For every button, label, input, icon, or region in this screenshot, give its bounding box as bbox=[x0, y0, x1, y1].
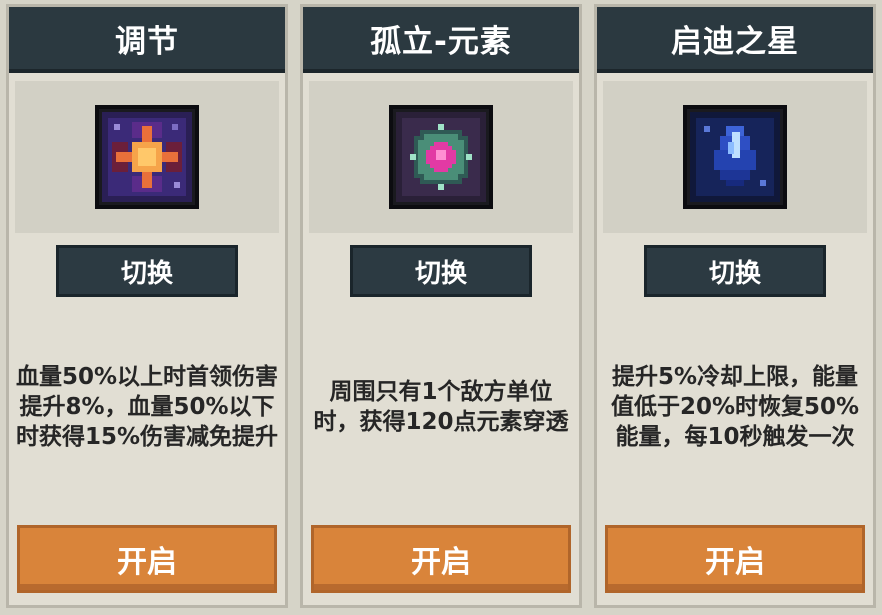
blue-crystal-icon bbox=[683, 105, 787, 209]
card-title: 孤立-元素 bbox=[303, 7, 579, 73]
open-button[interactable]: 开启 bbox=[605, 525, 865, 593]
pink-gem-icon bbox=[389, 105, 493, 209]
talent-description: 周围只有1个敌方单位时，获得120点元素穿透 bbox=[313, 379, 569, 435]
orange-star-icon bbox=[95, 105, 199, 209]
switch-button[interactable]: 切换 bbox=[644, 245, 826, 297]
talent-card-1: 调节 切换 血量50%以上时首领伤害提升8%，血量50%以下时获得15%伤害减免… bbox=[6, 4, 288, 608]
switch-button[interactable]: 切换 bbox=[56, 245, 238, 297]
icon-area bbox=[309, 81, 573, 233]
talent-card-3: 启迪之星 切换 提升5%冷却上限，能量值低于20%时恢复50%能量，每10秒触发… bbox=[594, 4, 876, 608]
card-title: 调节 bbox=[9, 7, 285, 73]
switch-button[interactable]: 切换 bbox=[350, 245, 532, 297]
card-title: 启迪之星 bbox=[597, 7, 873, 73]
talent-card-2: 孤立-元素 切换 周围只有1个敌方单位时，获得120点元素穿透 开启 bbox=[300, 4, 582, 608]
talent-description: 血量50%以上时首领伤害提升8%，血量50%以下时获得15%伤害减免提升 bbox=[15, 364, 279, 450]
open-button[interactable]: 开启 bbox=[311, 525, 571, 593]
talent-selection-screen: 调节 切换 血量50%以上时首领伤害提升8%，血量50%以下时获得15%伤害减免… bbox=[0, 0, 882, 615]
open-button[interactable]: 开启 bbox=[17, 525, 277, 593]
talent-description: 提升5%冷却上限，能量值低于20%时恢复50%能量，每10秒触发一次 bbox=[610, 364, 860, 450]
icon-area bbox=[603, 81, 867, 233]
icon-area bbox=[15, 81, 279, 233]
